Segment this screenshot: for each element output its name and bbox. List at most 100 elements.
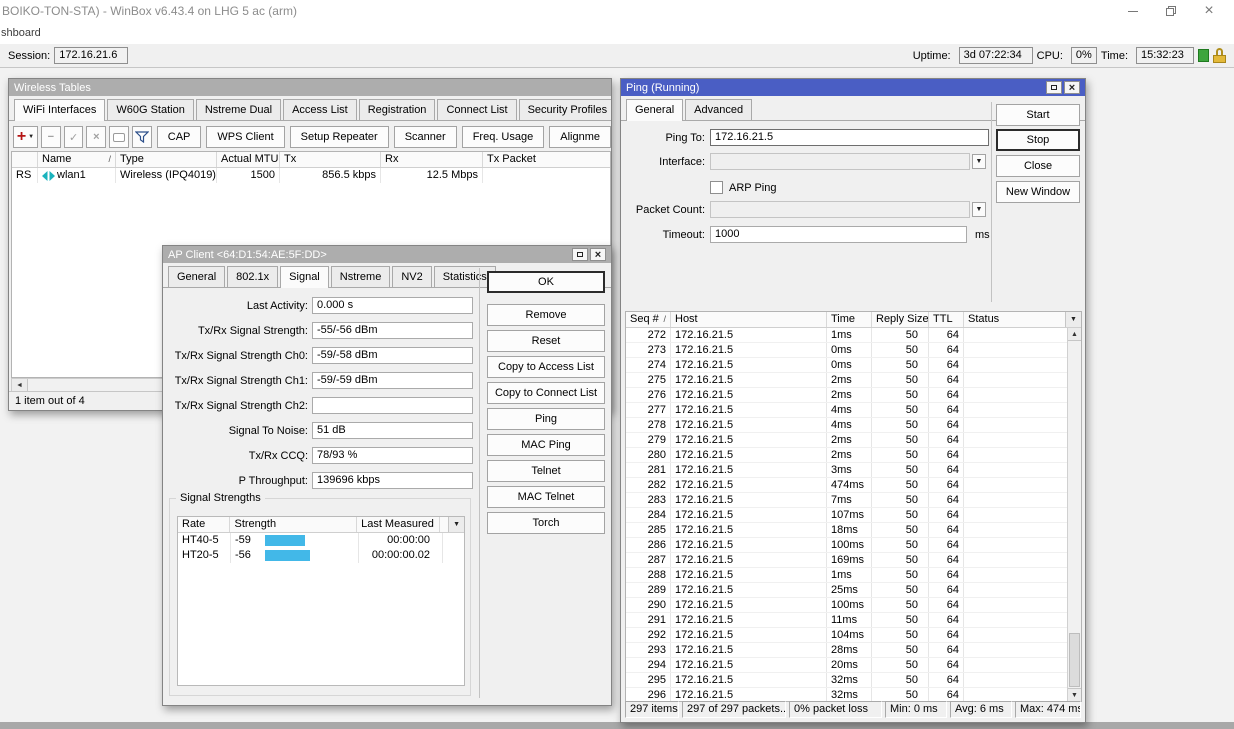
rx-column-header[interactable]: Rx [381, 152, 483, 167]
field-value[interactable]: -59/-59 dBm [312, 372, 473, 389]
tx-column-header[interactable]: Tx [280, 152, 381, 167]
ping-result-row[interactable]: 289 172.16.21.5 25ms 50 64 [626, 583, 1067, 598]
vertical-scrollbar[interactable]: ▲ ▼ [1067, 328, 1081, 701]
column-filter-icon[interactable]: ▼ [1065, 312, 1081, 327]
wps-client-button[interactable]: WPS Client [206, 126, 284, 148]
host-column-header[interactable]: Host [671, 312, 827, 327]
ping-result-row[interactable]: 291 172.16.21.5 11ms 50 64 [626, 613, 1067, 628]
close-icon[interactable]: × [1190, 1, 1228, 21]
ping-result-row[interactable]: 276 172.16.21.5 2ms 50 64 [626, 388, 1067, 403]
packet-count-value[interactable] [710, 201, 970, 218]
scrollbar-thumb[interactable] [1069, 633, 1080, 687]
copy-to-connect-list-button[interactable]: Copy to Connect List [487, 382, 605, 404]
tab-security-profiles[interactable]: Security Profiles [519, 99, 612, 120]
reset-button[interactable]: Reset [487, 330, 605, 352]
mac-telnet-button[interactable]: MAC Telnet [487, 486, 605, 508]
ping-result-row[interactable]: 277 172.16.21.5 4ms 50 64 [626, 403, 1067, 418]
close-icon[interactable]: × [590, 248, 606, 261]
alignment-button[interactable]: Alignme [549, 126, 611, 148]
maximize-icon[interactable] [1046, 81, 1062, 94]
freq-usage-button[interactable]: Freq. Usage [462, 126, 545, 148]
tab-connect-list[interactable]: Connect List [437, 99, 516, 120]
tab-8021x[interactable]: 802.1x [227, 266, 278, 287]
ping-result-row[interactable]: 295 172.16.21.5 32ms 50 64 [626, 673, 1067, 688]
comment-button[interactable] [109, 126, 129, 148]
field-value[interactable]: -55/-56 dBm [312, 322, 473, 339]
ping-result-row[interactable]: 272 172.16.21.5 1ms 50 64 [626, 328, 1067, 343]
session-field[interactable]: 172.16.21.6 [54, 47, 128, 64]
field-value[interactable]: 0.000 s [312, 297, 473, 314]
stop-button[interactable]: Stop [996, 129, 1080, 151]
ok-button[interactable]: OK [487, 271, 605, 293]
ping-result-row[interactable]: 296 172.16.21.5 32ms 50 64 [626, 688, 1067, 701]
scroll-up-icon[interactable]: ▲ [1068, 328, 1081, 341]
field-value[interactable] [312, 397, 473, 414]
ping-result-row[interactable]: 285 172.16.21.5 18ms 50 64 [626, 523, 1067, 538]
packet-count-select[interactable]: ▼ [710, 201, 986, 218]
scroll-down-icon[interactable]: ▼ [1068, 688, 1081, 701]
tab-nv2[interactable]: NV2 [392, 266, 431, 287]
close-icon[interactable]: × [1064, 81, 1080, 94]
ping-result-row[interactable]: 282 172.16.21.5 474ms 50 64 [626, 478, 1067, 493]
column-filter-icon[interactable]: ▼ [448, 517, 464, 532]
flags-column-header[interactable] [12, 152, 38, 167]
interface-select[interactable]: ▼ [710, 153, 986, 170]
field-value[interactable]: 78/93 % [312, 447, 473, 464]
ap-client-titlebar[interactable]: AP Client <64:D1:54:AE:5F:DD> × [163, 246, 611, 263]
ttl-column-header[interactable]: TTL [929, 312, 964, 327]
ping-result-row[interactable]: 281 172.16.21.5 3ms 50 64 [626, 463, 1067, 478]
tx-packet-column-header[interactable]: Tx Packet [483, 152, 610, 167]
add-button[interactable]: +▼ [13, 126, 38, 148]
last-measured-column-header[interactable]: Last Measured [357, 517, 440, 532]
field-value[interactable]: 51 dB [312, 422, 473, 439]
ping-result-row[interactable]: 288 172.16.21.5 1ms 50 64 [626, 568, 1067, 583]
app-titlebar[interactable]: BOIKO-TON-STA) - WinBox v6.43.4 on LHG 5… [0, 0, 1234, 22]
remove-button[interactable]: Remove [487, 304, 605, 326]
timeout-input[interactable]: 1000 [710, 226, 967, 243]
tab-nstreme[interactable]: Nstreme [331, 266, 391, 287]
ping-result-row[interactable]: 287 172.16.21.5 169ms 50 64 [626, 553, 1067, 568]
combo-arrow-icon[interactable]: ▼ [972, 202, 986, 217]
tab-general[interactable]: General [626, 99, 683, 121]
type-column-header[interactable]: Type [116, 152, 217, 167]
ping-result-row[interactable]: 273 172.16.21.5 0ms 50 64 [626, 343, 1067, 358]
maximize-icon[interactable] [572, 248, 588, 261]
time-column-header[interactable]: Time [827, 312, 872, 327]
status-column-header[interactable]: Status [964, 312, 1065, 327]
enable-button[interactable]: ✓ [64, 126, 84, 148]
close-button[interactable]: Close [996, 155, 1080, 177]
tab-nstreme-dual[interactable]: Nstreme Dual [196, 99, 281, 120]
wireless-titlebar[interactable]: Wireless Tables [9, 79, 611, 96]
tab-signal[interactable]: Signal [280, 266, 329, 288]
interface-row[interactable]: RS wlan1 Wireless (IPQ4019) 1500 856.5 k… [12, 168, 610, 183]
ping-result-row[interactable]: 274 172.16.21.5 0ms 50 64 [626, 358, 1067, 373]
signal-strength-row[interactable]: HT20-5 -56 00:00:00.02 [178, 548, 464, 563]
strength-column-header[interactable]: Strength [230, 517, 357, 532]
ping-result-row[interactable]: 279 172.16.21.5 2ms 50 64 [626, 433, 1067, 448]
reply-size-column-header[interactable]: Reply Size [872, 312, 929, 327]
ping-result-row[interactable]: 286 172.16.21.5 100ms 50 64 [626, 538, 1067, 553]
signal-strength-row[interactable]: HT40-5 -59 00:00:00 [178, 533, 464, 548]
ping-result-row[interactable]: 284 172.16.21.5 107ms 50 64 [626, 508, 1067, 523]
rate-column-header[interactable]: Rate [178, 517, 230, 532]
copy-to-access-list-button[interactable]: Copy to Access List [487, 356, 605, 378]
tab-wifi-interfaces[interactable]: WiFi Interfaces [14, 99, 105, 121]
disable-button[interactable]: × [86, 126, 106, 148]
tab-advanced[interactable]: Advanced [685, 99, 752, 120]
ping-result-row[interactable]: 278 172.16.21.5 4ms 50 64 [626, 418, 1067, 433]
ping-result-row[interactable]: 290 172.16.21.5 100ms 50 64 [626, 598, 1067, 613]
torch-button[interactable]: Torch [487, 512, 605, 534]
mac-ping-button[interactable]: MAC Ping [487, 434, 605, 456]
arp-ping-checkbox[interactable] [710, 181, 723, 194]
seq-column-header[interactable]: Seq #/ [626, 312, 671, 327]
remove-button[interactable]: − [41, 126, 61, 148]
ping-to-input[interactable]: 172.16.21.5 [710, 129, 989, 146]
tab-access-list[interactable]: Access List [283, 99, 357, 120]
ping-result-row[interactable]: 283 172.16.21.5 7ms 50 64 [626, 493, 1067, 508]
tab-general[interactable]: General [168, 266, 225, 287]
minimize-icon[interactable] [1114, 1, 1152, 21]
scroll-left-icon[interactable]: ◄ [12, 379, 28, 391]
field-value[interactable]: -59/-58 dBm [312, 347, 473, 364]
start-button[interactable]: Start [996, 104, 1080, 126]
new-window-button[interactable]: New Window [996, 181, 1080, 203]
